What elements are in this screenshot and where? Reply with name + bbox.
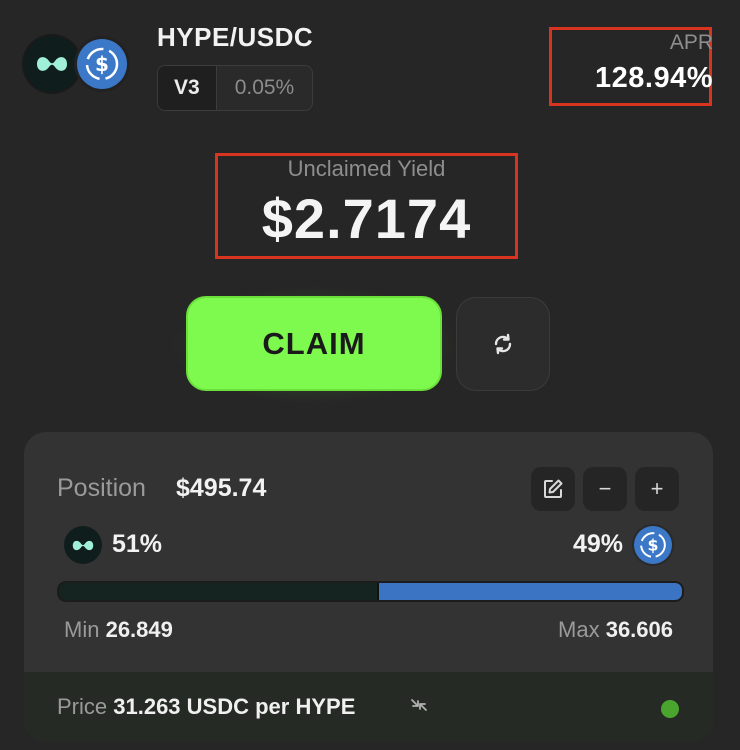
position-value: $495.74 xyxy=(176,474,267,502)
min-price-row: Min 26.849 xyxy=(64,617,173,643)
remove-liquidity-button[interactable]: − xyxy=(583,467,627,511)
apr-label: APR xyxy=(669,31,713,54)
edit-position-button[interactable] xyxy=(531,467,575,511)
price-value: 31.263 xyxy=(113,694,181,719)
swap-arrows-icon xyxy=(411,699,427,711)
hype-token-icon xyxy=(64,526,102,564)
allocation-bar-token1 xyxy=(376,583,682,600)
usdc-token-icon: $ xyxy=(77,39,127,89)
allocation-bar xyxy=(57,581,684,602)
position-card: Position $495.74 − + 51% 49% $ Min 26.84… xyxy=(24,432,713,742)
svg-text:$: $ xyxy=(95,52,109,76)
min-value: 26.849 xyxy=(105,617,173,642)
price-label: Price xyxy=(57,694,108,719)
position-label: Position xyxy=(57,474,146,502)
hype-token-icon xyxy=(24,36,80,92)
price-unit: USDC per HYPE xyxy=(186,694,356,719)
edit-icon xyxy=(544,479,563,498)
claim-button[interactable]: CLAIM xyxy=(186,296,442,391)
token1-share: 49% xyxy=(572,530,623,558)
allocation-bar-token0 xyxy=(59,583,377,600)
svg-text:$: $ xyxy=(648,536,659,555)
max-label: Max xyxy=(558,617,600,642)
version-badge: V3 xyxy=(158,66,216,110)
in-range-status-dot xyxy=(661,700,679,718)
usdc-token-icon: $ xyxy=(634,526,672,564)
current-price: Price 31.263 USDC per HYPE xyxy=(57,694,355,720)
fee-badge: 0.05% xyxy=(215,66,313,110)
max-price-row: Max 36.606 xyxy=(558,617,673,643)
refresh-button[interactable] xyxy=(456,297,550,391)
apr-value: 128.94% xyxy=(595,62,713,94)
max-value: 36.606 xyxy=(605,617,673,642)
token0-share: 51% xyxy=(112,530,163,558)
refresh-icon xyxy=(494,333,512,355)
unclaimed-yield-label: Unclaimed Yield xyxy=(287,156,446,181)
pool-tags: V3 0.05% xyxy=(157,65,314,111)
min-label: Min xyxy=(64,617,100,642)
unclaimed-yield-value: $2.7174 xyxy=(261,187,472,250)
invert-price-button[interactable] xyxy=(409,695,429,720)
pair-name: HYPE/USDC xyxy=(157,22,314,52)
add-liquidity-button[interactable]: + xyxy=(635,467,679,511)
